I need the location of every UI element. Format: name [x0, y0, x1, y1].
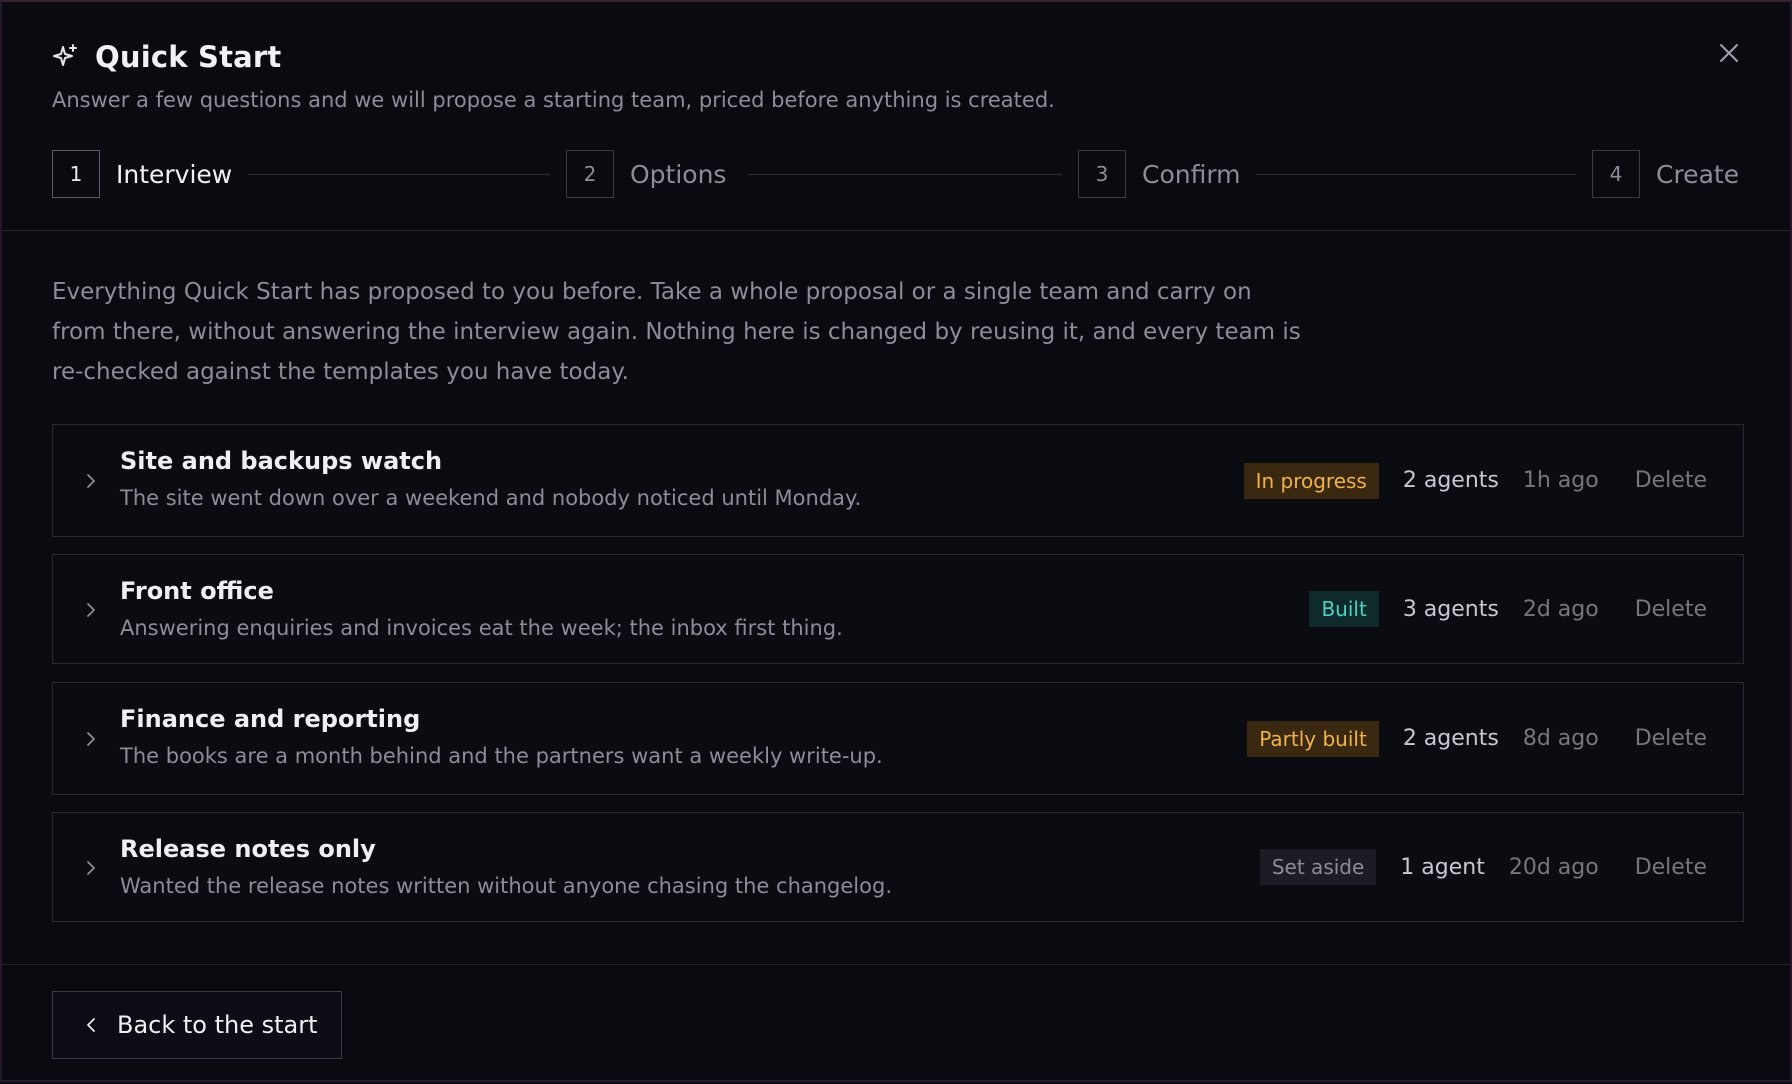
quick-start-dialog: Quick Start Answer a few questions and w… [0, 0, 1792, 1082]
proposal-description: Wanted the release notes written without… [120, 874, 892, 898]
chevron-right-icon[interactable] [83, 860, 99, 876]
dialog-header: Quick Start Answer a few questions and w… [2, 2, 1790, 231]
step-number: 2 [566, 150, 614, 198]
proposal-meta: Partly built 2 agents 8d ago Delete [1247, 683, 1743, 794]
proposal-row[interactable]: Site and backups watch The site went dow… [52, 424, 1744, 537]
chevron-right-icon[interactable] [83, 602, 99, 618]
step-label: Create [1656, 159, 1740, 189]
step-create[interactable]: 4 Create [1592, 150, 1739, 198]
step-interview[interactable]: 1 Interview [52, 150, 232, 198]
close-icon[interactable] [1714, 38, 1744, 68]
step-options[interactable]: 2 Options [566, 150, 726, 198]
delete-button[interactable]: Delete [1635, 468, 1707, 493]
timestamp: 8d ago [1522, 726, 1599, 751]
status-badge: Set aside [1259, 849, 1377, 885]
step-confirm[interactable]: 3 Confirm [1078, 150, 1241, 198]
agent-count: 3 agents [1402, 596, 1499, 622]
proposal-row[interactable]: Release notes only Wanted the release no… [52, 812, 1744, 922]
proposal-description: Answering enquiries and invoices eat the… [120, 616, 843, 640]
back-button[interactable]: Back to the start [52, 991, 342, 1059]
intro-text: Everything Quick Start has proposed to y… [52, 279, 1301, 385]
timestamp: 1h ago [1522, 468, 1599, 493]
proposal-description: The books are a month behind and the par… [120, 744, 883, 768]
timestamp: 2d ago [1522, 596, 1599, 622]
step-connector [1256, 174, 1576, 175]
proposal-title: Front office [120, 577, 274, 605]
proposal-title: Finance and reporting [120, 705, 421, 733]
dialog-title: Quick Start [95, 40, 282, 74]
agent-count: 2 agents [1402, 726, 1499, 751]
stepper: 1 Interview 2 Options 3 Confirm 4 Create [52, 150, 1744, 198]
delete-button[interactable]: Delete [1635, 855, 1707, 880]
step-number: 3 [1078, 150, 1126, 198]
proposal-row[interactable]: Finance and reporting The books are a mo… [52, 682, 1744, 795]
step-connector [748, 174, 1062, 175]
status-badge: In progress [1243, 462, 1379, 499]
delete-button[interactable]: Delete [1635, 726, 1707, 751]
chevron-left-icon [87, 1018, 95, 1032]
step-number: 1 [52, 150, 100, 198]
agent-count: 1 agent [1400, 854, 1485, 880]
chevron-right-icon[interactable] [83, 473, 99, 489]
status-badge: Partly built [1247, 720, 1379, 757]
step-label: Options [630, 159, 727, 189]
back-button-label: Back to the start [117, 1011, 318, 1039]
proposal-title: Release notes only [120, 835, 376, 863]
step-label: Interview [116, 159, 233, 189]
step-number: 4 [1592, 150, 1640, 198]
dialog-subtitle: Answer a few questions and we will propo… [52, 88, 1055, 112]
proposal-row[interactable]: Front office Answering enquiries and inv… [52, 554, 1744, 664]
proposal-description: The site went down over a weekend and no… [120, 486, 862, 510]
status-badge: Built [1309, 591, 1379, 627]
proposal-title: Site and backups watch [120, 447, 443, 475]
proposal-meta: Built 3 agents 2d ago Delete [1309, 555, 1743, 663]
delete-button[interactable]: Delete [1635, 597, 1707, 622]
title-row: Quick Start [52, 40, 282, 74]
step-connector [248, 174, 550, 175]
agent-count: 2 agents [1402, 468, 1499, 493]
proposal-meta: In progress 2 agents 1h ago Delete [1243, 425, 1743, 536]
chevron-right-icon[interactable] [83, 731, 99, 747]
proposal-meta: Set aside 1 agent 20d ago Delete [1259, 813, 1743, 921]
dialog-footer: Back to the start [2, 964, 1790, 1084]
timestamp: 20d ago [1508, 854, 1599, 880]
step-label: Confirm [1142, 159, 1241, 189]
sparkle-icon [53, 44, 77, 66]
